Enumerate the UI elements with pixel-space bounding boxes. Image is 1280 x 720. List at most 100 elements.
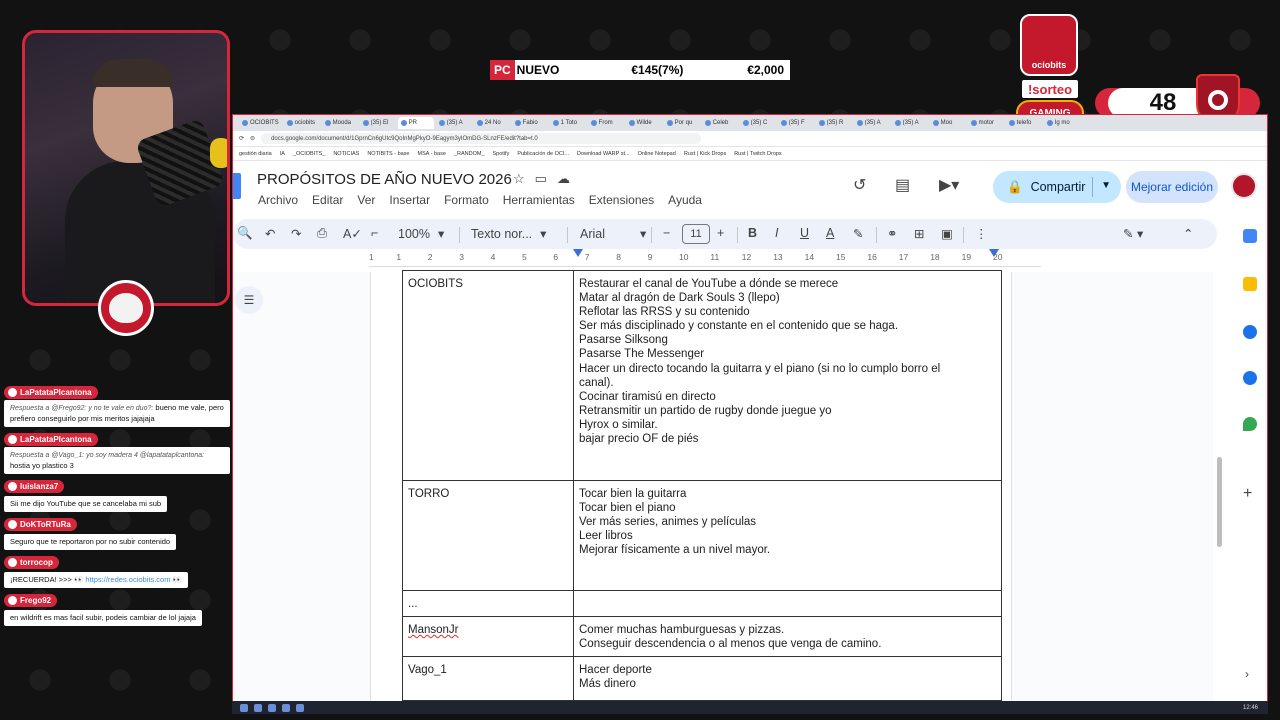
zoom-select[interactable]: 100% ▾: [398, 226, 444, 242]
chat-username[interactable]: Frego92: [4, 594, 58, 607]
browser-tab[interactable]: 1 Toto: [550, 117, 586, 129]
browser-tab[interactable]: Moo: [930, 117, 966, 129]
underline-icon[interactable]: U: [800, 226, 809, 240]
goals-cell[interactable]: Comer muchas hamburguesas y pizzas. Conse…: [573, 616, 1002, 657]
bookmark-item[interactable]: Online Notepad: [638, 151, 676, 157]
mejorar-edicion-button[interactable]: Mejorar edición: [1126, 171, 1218, 203]
paint-format-icon[interactable]: ⌐: [371, 226, 378, 240]
browser-tab[interactable]: Ig mo: [1044, 117, 1080, 129]
contacts-icon[interactable]: [1243, 371, 1257, 385]
insert-image-icon[interactable]: ▣: [941, 226, 953, 241]
font-select[interactable]: Arial ▾: [580, 226, 646, 242]
chat-link[interactable]: https://redes.ociobits.com 👀: [85, 575, 181, 584]
chat-username[interactable]: DoKToRTuRa: [4, 518, 77, 531]
indent-marker[interactable]: [573, 249, 583, 257]
style-select[interactable]: Texto nor... ▾: [471, 226, 546, 242]
goals-cell[interactable]: Restaurar el canal de YouTube a dónde se…: [573, 270, 1002, 481]
expand-panel-icon[interactable]: ›: [1245, 667, 1249, 681]
taskbar-app-icon[interactable]: [282, 703, 290, 712]
site-info-icon[interactable]: ⊜: [250, 135, 255, 142]
name-cell[interactable]: MansonJr: [402, 616, 574, 657]
font-size-input[interactable]: 11: [682, 224, 710, 244]
name-cell[interactable]: OCIOBITS: [402, 270, 574, 481]
chevron-down-icon[interactable]: ▼: [1101, 180, 1111, 191]
link-icon[interactable]: ⚭: [887, 226, 897, 241]
bookmark-item[interactable]: IA: [280, 151, 285, 157]
browser-tab[interactable]: motor: [968, 117, 1004, 129]
increase-font-icon[interactable]: +: [717, 226, 724, 240]
reload-icon[interactable]: ⟳: [239, 135, 244, 142]
search-icon[interactable]: 🔍: [237, 226, 253, 241]
bookmark-item[interactable]: _OCIOBITS_: [293, 151, 325, 157]
browser-tab[interactable]: (35) A: [892, 117, 928, 129]
bookmark-item[interactable]: Rust | Twitch Drops: [734, 151, 781, 157]
menu-item[interactable]: Archivo: [258, 193, 298, 207]
bookmark-item[interactable]: Spotify: [493, 151, 510, 157]
taskbar-app-icon[interactable]: [254, 703, 262, 712]
calendar-icon[interactable]: [1243, 229, 1257, 243]
add-comment-icon[interactable]: ⊞: [914, 226, 924, 241]
browser-tab[interactable]: (35) R: [816, 117, 852, 129]
start-icon[interactable]: [240, 703, 248, 712]
goals-table[interactable]: OCIOBITS Restaurar el canal de YouTube a …: [402, 270, 1002, 701]
more-options-icon[interactable]: ⋮: [975, 226, 988, 241]
browser-tab[interactable]: telefo: [1006, 117, 1042, 129]
chat-username[interactable]: LaPatataPlcantona: [4, 386, 98, 399]
browser-tab[interactable]: Mooda: [322, 117, 358, 129]
outline-icon[interactable]: ☰: [235, 286, 263, 314]
menu-item[interactable]: Insertar: [389, 193, 430, 207]
menu-item[interactable]: Extensiones: [589, 193, 654, 207]
comments-icon[interactable]: ▤: [895, 175, 910, 195]
editing-mode-icon[interactable]: ✎ ▾: [1123, 226, 1143, 241]
name-cell[interactable]: ...: [402, 590, 574, 617]
chat-username[interactable]: luislanza7: [4, 480, 65, 493]
menu-item[interactable]: Formato: [444, 193, 489, 207]
menu-item[interactable]: Ayuda: [668, 193, 702, 207]
redo-icon[interactable]: ↷: [291, 226, 301, 241]
name-cell[interactable]: TORRO: [402, 480, 574, 591]
taskbar-app-icon[interactable]: [268, 703, 276, 712]
bookmark-item[interactable]: NOTIBITS - base: [367, 151, 409, 157]
url-field[interactable]: docs.google.com/document/d/1GprnCn6gUtc9…: [261, 133, 702, 144]
menu-item[interactable]: Herramientas: [503, 193, 575, 207]
share-button[interactable]: 🔒 Compartir ▼: [993, 171, 1121, 203]
goals-cell[interactable]: [573, 590, 1002, 617]
star-icon[interactable]: ☆: [513, 171, 525, 187]
decrease-font-icon[interactable]: −: [663, 226, 670, 240]
cloud-status-icon[interactable]: ☁: [557, 171, 570, 187]
document-page[interactable]: OCIOBITS Restaurar el canal de YouTube a …: [370, 270, 1012, 707]
bold-icon[interactable]: B: [748, 226, 757, 240]
highlight-icon[interactable]: ✎: [853, 226, 863, 241]
menu-item[interactable]: Editar: [312, 193, 343, 207]
browser-tab[interactable]: Celeb: [702, 117, 738, 129]
chat-username[interactable]: torrocop: [4, 556, 59, 569]
docs-logo-icon[interactable]: [233, 173, 241, 199]
browser-tab[interactable]: From: [588, 117, 624, 129]
browser-tab[interactable]: (35) F: [778, 117, 814, 129]
bookmark-item[interactable]: _RANDOM_: [454, 151, 485, 157]
bookmark-item[interactable]: Download WARP st...: [577, 151, 630, 157]
meet-icon[interactable]: ▶▾: [939, 175, 959, 195]
italic-icon[interactable]: I: [775, 226, 778, 240]
bookmark-item[interactable]: gestión diaria: [239, 151, 272, 157]
name-cell[interactable]: Vago_1: [402, 656, 574, 701]
bookmark-item[interactable]: MSA - base: [418, 151, 446, 157]
browser-tab[interactable]: (35) C: [740, 117, 776, 129]
history-icon[interactable]: ↺: [853, 175, 866, 195]
ruler[interactable]: 1 1 2 3 4 5 6 7 8 9 10 11 12 13 14 15 16 17 18 19 20: [369, 249, 1041, 267]
undo-icon[interactable]: ↶: [265, 226, 275, 241]
goals-cell[interactable]: Tocar bien la guitarra Tocar bien el pian…: [573, 480, 1002, 591]
browser-tab[interactable]: OCIOBITS: [239, 117, 282, 129]
bookmark-item[interactable]: Publicación de OCI...: [517, 151, 569, 157]
goals-cell[interactable]: Hacer deporte Más dinero: [573, 656, 1002, 701]
bookmark-item[interactable]: NOTICIAS: [333, 151, 359, 157]
browser-tab[interactable]: ociobits: [284, 117, 320, 129]
browser-tab[interactable]: (35) A: [854, 117, 890, 129]
text-color-icon[interactable]: A: [826, 226, 834, 240]
bookmark-item[interactable]: Rust | Kick Drops: [684, 151, 726, 157]
browser-tab[interactable]: (35) A: [436, 117, 472, 129]
print-icon[interactable]: ⎙: [317, 226, 327, 241]
scrollbar[interactable]: [1217, 457, 1222, 547]
browser-tab[interactable]: Por qu: [664, 117, 700, 129]
spellcheck-icon[interactable]: A✓: [343, 226, 362, 241]
